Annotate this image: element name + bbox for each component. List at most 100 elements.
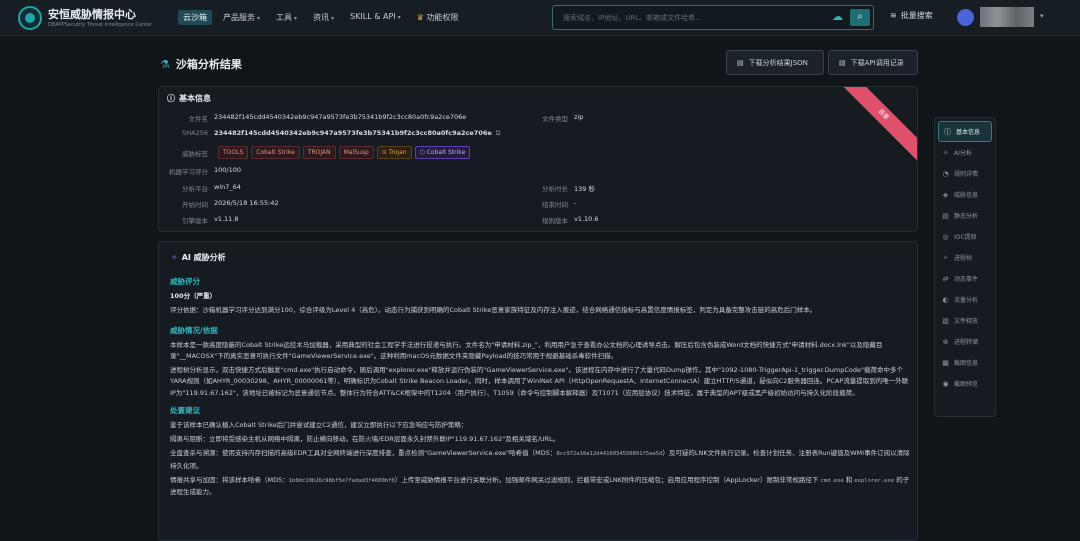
search-button[interactable]: ⌕ xyxy=(850,9,870,26)
page-title: ⚗ 沙箱分析结果 xyxy=(160,56,242,72)
value: zip xyxy=(574,113,584,121)
nav-products[interactable]: 产品服务 ▾ xyxy=(218,10,265,25)
tag[interactable]: ⬡ Cobalt Strike xyxy=(414,146,471,159)
avatar[interactable] xyxy=(957,9,974,26)
sidenav-process-dump[interactable]: ⊕ 进程转储 xyxy=(935,331,995,352)
sidenav-label: 截图信息 xyxy=(954,360,979,367)
sidenav-screenshot-preview[interactable]: ◉ 截图预览 xyxy=(935,373,995,394)
detail-paragraph: 进程树分析显示，双击快捷方式后触发"cmd.exe"执行启动命令，随后调用"ex… xyxy=(170,366,909,397)
chevron-down-icon: ▾ xyxy=(294,15,298,22)
sidenav-file-drop[interactable]: ▧ 文件释放 xyxy=(935,310,995,331)
basic-info-title: ⓘ 基本信息 xyxy=(167,93,211,104)
upload-cloud-icon[interactable]: ☁ xyxy=(832,10,843,23)
threat-icon: ◈ xyxy=(942,190,949,199)
advice-text: 情报共享与加固：将该样本哈希（MD5： xyxy=(170,475,289,484)
button-label: 下载API调用记录 xyxy=(850,58,904,67)
sidenav-label: 基本信息 xyxy=(956,129,981,136)
tag[interactable]: ⊙ Trojan xyxy=(376,146,412,159)
image-icon: ▦ xyxy=(942,358,949,367)
sparkle-icon: ✧ xyxy=(942,148,949,157)
score-line: 100分（严重） xyxy=(170,291,910,302)
info-icon: ⓘ xyxy=(167,94,175,103)
search-input[interactable]: 搜索域名、IP地址、URL、邮箱或文件哈希... xyxy=(563,13,702,23)
label: 分析平台 xyxy=(182,185,208,193)
sidenav-label: 静态分析 xyxy=(954,213,979,220)
nav-cloud-sandbox[interactable]: 云沙箱 xyxy=(178,10,212,25)
sidenav-label: 规则详情 xyxy=(954,171,979,178)
nav-label: 云沙箱 xyxy=(183,13,207,22)
batch-search-button[interactable]: ≋ 批量搜索 xyxy=(890,10,933,21)
search-box: 搜索域名、IP地址、URL、邮箱或文件哈希... ☁ ⌕ xyxy=(552,5,874,30)
document-icon: ▤ xyxy=(839,58,846,67)
sidenav-traffic[interactable]: ◐ 流量分析 xyxy=(935,289,995,310)
advice-text: 和 xyxy=(845,475,853,484)
sidenav-ai-analysis[interactable]: ✧ AI分析 xyxy=(935,142,995,163)
flask-icon: ⚗ xyxy=(160,57,170,71)
nav-news[interactable]: 资讯 ▾ xyxy=(308,10,339,25)
score-description: 评分依据：沙箱机器学习评分达到满分100，综合评级为Level 4（高危）。动态… xyxy=(170,306,817,315)
sidenav-dynamic-events[interactable]: ⇄ 动态事件 xyxy=(935,268,995,289)
nav-skill-api[interactable]: SKILL & API ▾ xyxy=(345,10,406,25)
sidenav-process-tree[interactable]: ⑂ 进程树 xyxy=(935,247,995,268)
ai-analysis-body: 威胁评分 100分（严重） 评分依据：沙箱机器学习评分达到满分100，综合评级为… xyxy=(170,276,910,501)
code-explorer: explorer.exe xyxy=(854,477,895,484)
download-api-button[interactable]: ▤ 下载API调用记录 xyxy=(828,50,918,75)
advice-item: 全盘查杀与溯源：使用支持内存扫描的高级EDR工具对全网终端进行深度排查，重点检测… xyxy=(170,448,910,471)
nav-tools[interactable]: 工具 ▾ xyxy=(271,10,302,25)
sidenav-label: 截图预览 xyxy=(954,381,979,388)
sidenav-label: 进程树 xyxy=(954,255,973,262)
batch-search-label: 批量搜索 xyxy=(900,11,933,20)
sidenav-ioc[interactable]: ◎ IOC提取 xyxy=(935,226,995,247)
sidenav-label: 动态事件 xyxy=(954,276,979,283)
download-json-button[interactable]: ▤ 下载分析结果JSON xyxy=(726,50,824,75)
value: 139 秒 xyxy=(574,185,595,193)
chevron-down-icon: ▾ xyxy=(331,15,335,22)
file-icon: ▧ xyxy=(942,316,949,325)
detail-paragraph: 本样本是一款高度隐蔽的Cobalt Strike远控木马加载器，采用典型的社会工… xyxy=(170,340,883,361)
tree-icon: ⑂ xyxy=(943,253,948,262)
sidenav-threat-info[interactable]: ◈ 威胁信息 xyxy=(935,184,995,205)
chevron-down-icon[interactable]: ▾ xyxy=(1040,12,1044,20)
advice-item: 隔离与阻断：立即将受感染主机从网络中隔离，防止横向移动。在防火墙/EDR层面永久… xyxy=(170,435,560,444)
value: 100/100 xyxy=(214,166,242,174)
target-icon: ◎ xyxy=(942,232,949,241)
value: 234482f145cdd4540342eb9c947a9573fe3b7534… xyxy=(214,129,492,137)
nav-label: 资讯 xyxy=(313,13,330,22)
nav-label: 工具 xyxy=(276,13,293,22)
value: win7_64 xyxy=(214,183,241,191)
sidenav-screenshot-info[interactable]: ▦ 截图信息 xyxy=(935,352,995,373)
label: 威胁标签 xyxy=(182,150,208,158)
threat-tags-row: 威胁标签 xyxy=(160,148,214,158)
value: v1.10.6 xyxy=(574,215,599,223)
tag[interactable]: TOOLS xyxy=(218,146,249,159)
section-heading: 处置建议 xyxy=(170,405,200,415)
duration-row: 分析时长 139 秒 xyxy=(520,183,595,193)
tag[interactable]: TROJAN xyxy=(302,146,336,159)
label: 结束时间 xyxy=(542,201,568,209)
start-time-row: 开始时间 2026/5/18 16:55:42 xyxy=(160,199,279,209)
nav-label: SKILL & API xyxy=(350,12,396,21)
app-name: 安恒威胁情报中心 xyxy=(48,7,136,21)
nav-permissions[interactable]: ♛ 功能权限 xyxy=(412,10,464,25)
nav-label: 产品服务 xyxy=(223,13,255,22)
sidenav-rule-details[interactable]: ◔ 规则详情 xyxy=(935,163,995,184)
copy-icon[interactable]: ⧉ xyxy=(496,129,501,138)
username-redacted xyxy=(980,7,1034,27)
sidenav-basic-info[interactable]: ⓘ 基本信息 xyxy=(938,121,992,142)
logo[interactable]: 安恒威胁情报中心 DBAPPSecurity Threat Intelligen… xyxy=(18,6,152,30)
engine-version-row: 引擎版本 v1.11.8 xyxy=(160,215,239,225)
label: 引擎版本 xyxy=(182,217,208,225)
platform-row: 分析平台 win7_64 xyxy=(160,183,241,193)
tag[interactable]: MalSusp xyxy=(338,146,374,159)
main-nav: 云沙箱 产品服务 ▾ 工具 ▾ 资讯 ▾ SKILL & API ▾ ♛ 功能权限 xyxy=(178,10,463,25)
tag[interactable]: Cobalt Strike xyxy=(251,146,300,159)
basic-info-card: ⓘ 基本信息 恶意 xyxy=(158,86,918,232)
static-icon: ▤ xyxy=(942,211,949,220)
rule-version-row: 规则版本 v1.10.6 xyxy=(520,215,599,225)
score-value: 100分（严重） xyxy=(170,292,217,301)
label: 文件类型 xyxy=(542,115,568,123)
sidenav-static-analysis[interactable]: ▤ 静态分析 xyxy=(935,205,995,226)
label: 规则版本 xyxy=(542,217,568,225)
page-title-text: 沙箱分析结果 xyxy=(175,58,242,71)
label: 文件名 xyxy=(188,115,209,123)
